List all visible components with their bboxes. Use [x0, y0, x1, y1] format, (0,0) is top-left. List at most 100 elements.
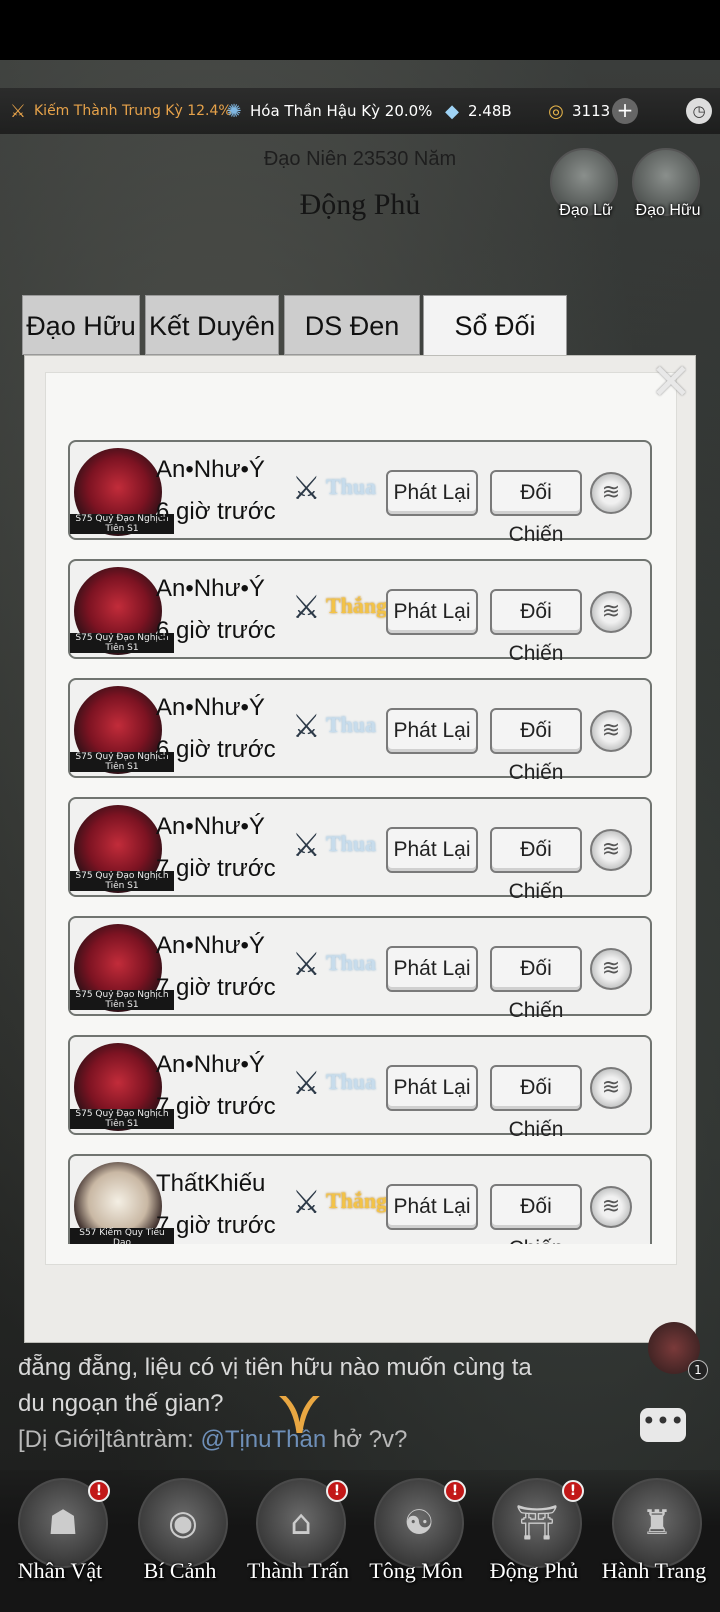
- challenge-button[interactable]: Đối Chiến: [490, 708, 582, 784]
- spirit-stones: ◆ 2.48B: [440, 88, 512, 134]
- bag-icon: ♜: [612, 1478, 702, 1568]
- battle-record-row: S75 Quỷ Đạo Nghịch Tiên S1 An•Như•Ý 6 gi…: [68, 559, 652, 665]
- replay-button[interactable]: Phát Lại: [386, 827, 478, 873]
- result-label: Thua: [326, 474, 377, 499]
- dao-huu-button[interactable]: Đạo Hữu: [632, 148, 700, 219]
- record-time: 7 giờ trước: [156, 1093, 276, 1120]
- nav-bi-canh[interactable]: ◉ Bí Cảnh: [124, 1470, 234, 1600]
- battle-record-row: S75 Quỷ Đạo Nghịch Tiên S1 An•Như•Ý 6 gi…: [68, 678, 652, 784]
- opponent-name: ThấtKhiếu: [156, 1170, 266, 1197]
- chat-line-2: du ngoạn thế gian?: [18, 1390, 224, 1417]
- replay-button[interactable]: Phát Lại: [386, 589, 478, 635]
- battle-record-row: S75 Quỷ Đạo Nghịch Tiên S1 An•Như•Ý 7 gi…: [68, 916, 652, 1022]
- nav-hanh-trang[interactable]: ♜ Hành Trang: [598, 1470, 708, 1600]
- challenge-button[interactable]: Đối Chiến: [490, 1184, 582, 1244]
- battle-record-row: S57 Kiếm Quy Tiêu Dao ThấtKhiếu 7 giờ tr…: [68, 1154, 652, 1244]
- alert-badge: !: [444, 1480, 466, 1502]
- chat-sender: [Dị Giới]tântràm:: [18, 1426, 194, 1453]
- dao-lu-label: Đạo Lữ: [559, 202, 613, 219]
- realm-1-label: Kiếm Thành Trung Kỳ 12.4%: [34, 103, 232, 119]
- sword-icon: ⚔: [9, 100, 27, 122]
- nav-tong-mon[interactable]: ☯ ! Tông Môn: [360, 1470, 470, 1600]
- record-time: 7 giờ trước: [156, 1212, 276, 1239]
- nav-label: Nhân Vật: [17, 1558, 103, 1583]
- crossed-swords-icon: ⚔: [292, 1183, 321, 1221]
- world-chat[interactable]: đẵng đẵng, liệu có vị tiên hữu nào muốn …: [18, 1350, 638, 1458]
- fan-icon: ✺: [226, 100, 242, 122]
- add-currency-button[interactable]: +: [612, 98, 638, 124]
- detail-icon[interactable]: ≋: [590, 829, 632, 871]
- crossed-swords-icon: ⚔: [292, 826, 321, 864]
- gold-value: 3113: [572, 102, 611, 120]
- realm-2-label: Hóa Thần Hậu Kỳ 20.0%: [250, 102, 433, 120]
- arrow-marker-icon: ⋎: [276, 1375, 323, 1449]
- nav-label: Bí Cảnh: [143, 1558, 217, 1583]
- detail-icon[interactable]: ≋: [590, 710, 632, 752]
- challenge-button[interactable]: Đối Chiến: [490, 1065, 582, 1141]
- dao-huu-label: Đạo Hữu: [635, 202, 701, 219]
- alert-badge: !: [562, 1480, 584, 1502]
- opponent-name: An•Như•Ý: [156, 456, 265, 483]
- alert-badge: !: [326, 1480, 348, 1502]
- spirit-stones-value: 2.48B: [468, 102, 512, 120]
- replay-button[interactable]: Phát Lại: [386, 708, 478, 754]
- record-time: 7 giờ trước: [156, 855, 276, 882]
- detail-icon[interactable]: ≋: [590, 1186, 632, 1228]
- close-icon[interactable]: ✕: [650, 357, 692, 407]
- challenge-button[interactable]: Đối Chiến: [490, 946, 582, 1022]
- crossed-swords-icon: ⚔: [292, 707, 321, 745]
- nav-dong-phu[interactable]: ⛩ ! Động Phủ: [478, 1470, 588, 1600]
- opponent-name: An•Như•Ý: [156, 932, 265, 959]
- nav-label: Tông Môn: [369, 1558, 463, 1583]
- dao-lu-button[interactable]: Đạo Lữ: [550, 148, 618, 219]
- tab-so-doi-chien[interactable]: Sổ Đối Chiến: [423, 295, 567, 401]
- result-label: Thua: [326, 950, 377, 975]
- replay-button[interactable]: Phát Lại: [386, 1065, 478, 1111]
- chat-message: hở ?v?: [326, 1426, 408, 1453]
- coin-icon: ◎: [548, 100, 564, 122]
- crossed-swords-icon: ⚔: [292, 1064, 321, 1102]
- result-label: Thua: [326, 1069, 377, 1094]
- result-label: Thua: [326, 712, 377, 737]
- alert-badge: !: [88, 1480, 110, 1502]
- crossed-swords-icon: ⚔: [292, 469, 321, 507]
- crystal-icon: ◆: [445, 100, 459, 122]
- challenge-button[interactable]: Đối Chiến: [490, 827, 582, 903]
- replay-button[interactable]: Phát Lại: [386, 1184, 478, 1230]
- battle-record-list[interactable]: S75 Quỷ Đạo Nghịch Tiên S1 An•Như•Ý 6 gi…: [60, 430, 660, 1244]
- detail-icon[interactable]: ≋: [590, 948, 632, 990]
- more-icon[interactable]: •••: [640, 1408, 686, 1442]
- nav-nhan-vat[interactable]: ☗ ! Nhân Vật: [4, 1470, 114, 1600]
- result-label: Thắng: [326, 593, 388, 618]
- opponent-name: An•Như•Ý: [156, 813, 265, 840]
- chat-line-3: [Dị Giới]tântràm: @TịnuThần hở ?v?: [18, 1422, 638, 1458]
- realm-1: ⚔ Kiếm Thành Trung Kỳ 12.4%: [6, 88, 232, 134]
- bottom-nav: ☗ ! Nhân Vật ◉ Bí Cảnh ⌂ ! Thành Trấn ☯ …: [0, 1470, 720, 1612]
- tab-ds-den[interactable]: DS Đen: [284, 295, 420, 355]
- gold: ◎ 3113: [544, 88, 610, 134]
- challenge-button[interactable]: Đối Chiến: [490, 589, 582, 665]
- replay-button[interactable]: Phát Lại: [386, 470, 478, 516]
- chat-unread-badge: 1: [688, 1360, 708, 1380]
- vortex-icon: ◉: [138, 1478, 228, 1568]
- tab-dao-huu[interactable]: Đạo Hữu: [22, 295, 140, 355]
- record-time: 7 giờ trước: [156, 974, 276, 1001]
- nav-label: Thành Trấn: [246, 1558, 350, 1583]
- detail-icon[interactable]: ≋: [590, 1067, 632, 1109]
- clock-icon[interactable]: ◷: [686, 98, 712, 124]
- detail-icon[interactable]: ≋: [590, 591, 632, 633]
- result-label: Thua: [326, 831, 377, 856]
- nav-thanh-tran[interactable]: ⌂ ! Thành Trấn: [242, 1470, 352, 1600]
- status-bar: [0, 0, 720, 60]
- crossed-swords-icon: ⚔: [292, 945, 321, 983]
- record-time: 6 giờ trước: [156, 736, 276, 763]
- result-label: Thắng: [326, 1188, 388, 1213]
- challenge-button[interactable]: Đối Chiến: [490, 470, 582, 546]
- replay-button[interactable]: Phát Lại: [386, 946, 478, 992]
- tab-ket-duyen[interactable]: Kết Duyên: [145, 295, 279, 355]
- record-time: 6 giờ trước: [156, 498, 276, 525]
- chat-line-1: đẵng đẵng, liệu có vị tiên hữu nào muốn …: [18, 1354, 532, 1381]
- opponent-name: An•Như•Ý: [156, 1051, 265, 1078]
- battle-record-row: S75 Quỷ Đạo Nghịch Tiên S1 An•Như•Ý 7 gi…: [68, 797, 652, 903]
- detail-icon[interactable]: ≋: [590, 472, 632, 514]
